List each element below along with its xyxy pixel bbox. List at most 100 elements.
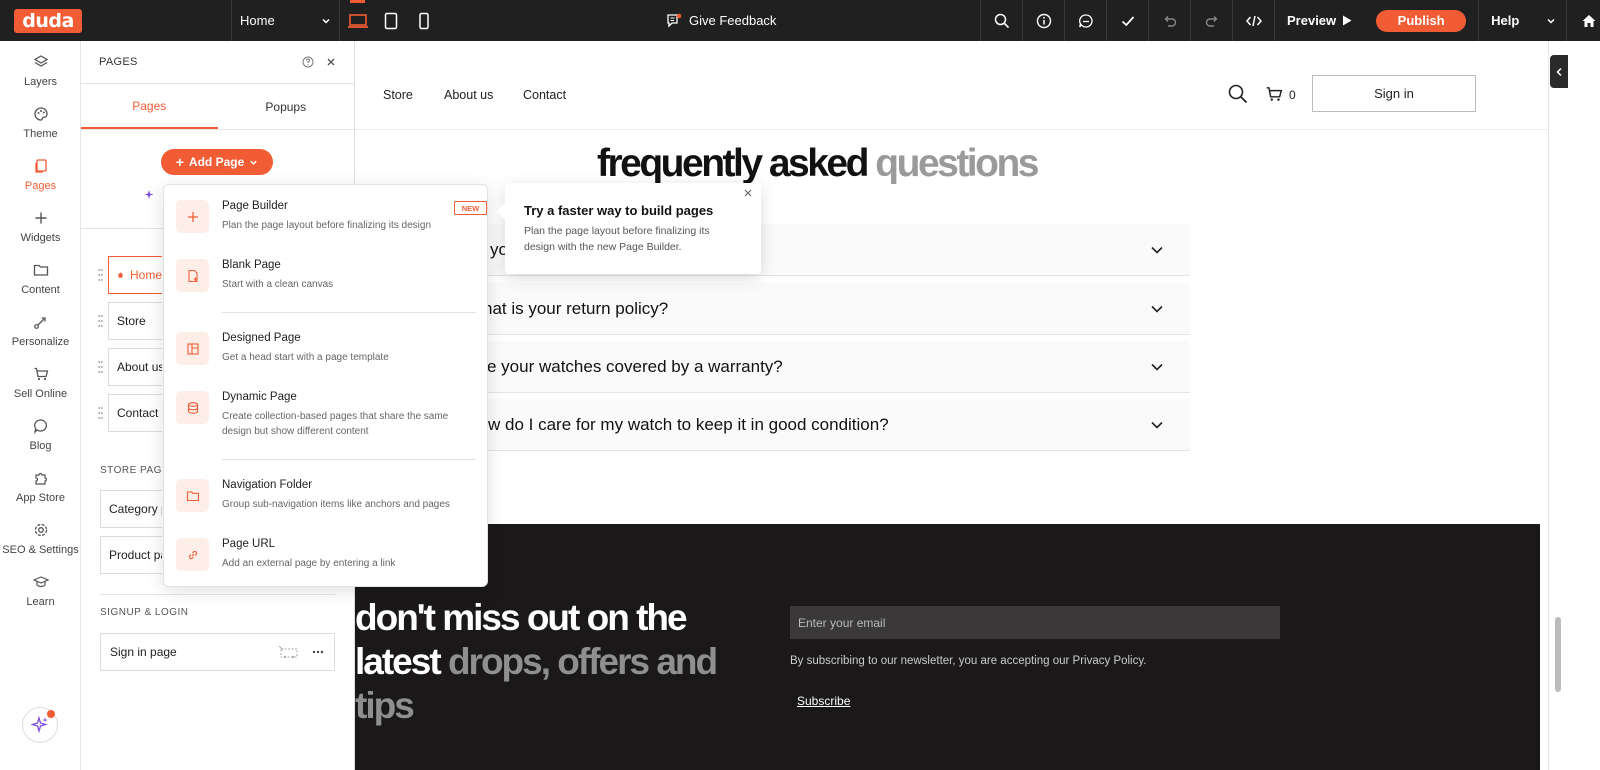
- site-nav-contact[interactable]: Contact: [523, 88, 566, 102]
- redo-button[interactable]: [1190, 0, 1232, 41]
- nav-app-store[interactable]: App Store: [0, 461, 81, 513]
- page-item-label: Product page: [109, 548, 162, 562]
- palette-icon: [33, 107, 48, 121]
- menu-item-navigation-folder[interactable]: Navigation Folder Group sub-navigation i…: [176, 479, 476, 519]
- nav-sell-online[interactable]: Sell Online: [0, 357, 81, 409]
- developer-mode-button[interactable]: [1232, 0, 1274, 41]
- nav-blog-label: Blog: [29, 440, 52, 452]
- help-circle-icon[interactable]: [302, 56, 314, 68]
- nav-theme[interactable]: Theme: [0, 97, 81, 149]
- layers-icon: [33, 55, 48, 67]
- tab-popups[interactable]: Popups: [218, 84, 355, 129]
- hidden-page-icon: [278, 645, 298, 659]
- undo-button[interactable]: [1148, 0, 1190, 41]
- sparkle-icon: [31, 716, 48, 734]
- menu-item-designed-page[interactable]: Designed Page Get a head start with a pa…: [176, 332, 476, 372]
- folder-icon: [33, 264, 48, 276]
- mobile-icon: [418, 12, 429, 29]
- menu-item-page-url[interactable]: Page URL Add an external page by enterin…: [176, 538, 476, 578]
- page-item-label: Sign in page: [110, 645, 177, 659]
- close-icon[interactable]: [326, 57, 336, 67]
- drag-handle-icon[interactable]: [98, 268, 103, 282]
- signup-login-heading: SIGNUP & LOGIN: [100, 607, 189, 618]
- subscribe-link[interactable]: Subscribe: [797, 694, 850, 708]
- preview-button[interactable]: Preview: [1274, 0, 1366, 41]
- nav-sell-online-label: Sell Online: [13, 388, 68, 400]
- drag-handle-icon[interactable]: [98, 360, 103, 374]
- site-sign-in-button[interactable]: Sign in: [1312, 75, 1476, 112]
- nav-widgets[interactable]: Widgets: [0, 201, 81, 253]
- home-icon: [1582, 14, 1596, 27]
- page-item-product[interactable]: Product page: [100, 536, 162, 574]
- drag-handle-icon[interactable]: [98, 406, 103, 420]
- menu-item-page-builder[interactable]: Page Builder Plan the page layout before…: [176, 200, 487, 240]
- add-page-menu: Page Builder Plan the page layout before…: [163, 184, 488, 587]
- page-item-category[interactable]: Category page: [100, 490, 162, 528]
- chevron-down-icon: [250, 160, 257, 165]
- nav-seo-settings[interactable]: SEO & Settings: [0, 513, 81, 565]
- page-item-label: Category page: [109, 502, 162, 516]
- checklist-button[interactable]: [1106, 0, 1148, 41]
- page-item-home[interactable]: Home: [108, 256, 162, 294]
- publish-button[interactable]: Publish: [1376, 9, 1467, 32]
- page-item-label: Contact: [117, 406, 159, 420]
- search-button[interactable]: [980, 0, 1022, 41]
- site-nav-about-us[interactable]: About us: [444, 88, 493, 102]
- close-icon[interactable]: [743, 188, 753, 198]
- canvas-scrollbar[interactable]: [1548, 41, 1568, 770]
- new-badge: NEW: [454, 201, 487, 215]
- page-item-contact[interactable]: Contact: [108, 394, 162, 432]
- tablet-view-button[interactable]: [374, 0, 407, 41]
- nav-content[interactable]: Content: [0, 253, 81, 305]
- desktop-view-button[interactable]: [341, 0, 374, 41]
- scrollbar-thumb[interactable]: [1555, 617, 1561, 692]
- nav-app-store-label: App Store: [16, 492, 65, 504]
- info-icon: [1036, 13, 1051, 28]
- chevron-down-icon: [1151, 305, 1163, 313]
- ai-assistant-button[interactable]: [22, 707, 58, 743]
- dashboard-home-button[interactable]: [1566, 0, 1600, 41]
- menu-item-blank-page[interactable]: Blank Page Start with a clean canvas: [176, 259, 476, 299]
- mobile-view-button[interactable]: [407, 0, 440, 41]
- collapse-panel-button[interactable]: [1550, 55, 1568, 88]
- newsletter-heading: don't miss out on the latest drops, offe…: [355, 596, 775, 728]
- add-page-button[interactable]: + Add Page: [161, 149, 273, 175]
- info-button[interactable]: [1022, 0, 1064, 41]
- nav-personalize[interactable]: Personalize: [0, 305, 81, 357]
- plus-icon: [35, 212, 46, 224]
- comments-button[interactable]: [1064, 0, 1106, 41]
- menu-item-title: Dynamic Page: [222, 391, 297, 403]
- site-header: Store About us Contact 0 Sign in: [355, 57, 1548, 130]
- site-nav-store[interactable]: Store: [383, 88, 413, 102]
- newsletter-footer: don't miss out on the latest drops, offe…: [355, 524, 1540, 770]
- tab-pages[interactable]: Pages: [81, 84, 218, 129]
- database-icon: [176, 391, 209, 424]
- add-page-label: Add Page: [188, 155, 245, 169]
- nav-learn[interactable]: Learn: [0, 565, 81, 617]
- play-icon: [1343, 15, 1352, 26]
- drag-handle-icon[interactable]: [98, 314, 103, 328]
- page-selector[interactable]: Home: [231, 0, 340, 41]
- chevron-down-icon: [322, 18, 330, 24]
- search-icon: [994, 13, 1009, 28]
- page-selector-label: Home: [240, 13, 275, 28]
- email-field[interactable]: Enter your email: [790, 606, 1280, 639]
- page-item-about-us[interactable]: About us: [108, 348, 162, 386]
- give-feedback-button[interactable]: Give Feedback: [666, 0, 776, 41]
- page-item-store[interactable]: Store: [108, 302, 162, 340]
- nav-pages[interactable]: Pages: [0, 149, 81, 201]
- notification-dot: [47, 710, 55, 718]
- panel-title: PAGES: [99, 56, 138, 68]
- menu-item-dynamic-page[interactable]: Dynamic Page Create collection-based pag…: [176, 391, 476, 447]
- duda-logo[interactable]: duda: [14, 9, 82, 33]
- desktop-icon: [347, 13, 368, 28]
- nav-layers[interactable]: Layers: [0, 45, 81, 97]
- help-menu[interactable]: Help: [1478, 0, 1566, 41]
- more-options-icon[interactable]: [312, 650, 324, 654]
- search-icon[interactable]: [1228, 84, 1248, 104]
- page-item-sign-in[interactable]: Sign in page: [100, 633, 335, 671]
- nav-blog[interactable]: Blog: [0, 409, 81, 461]
- left-sidebar: Layers Theme Pages Widgets Content Perso…: [0, 41, 81, 770]
- page-item-label: Home: [129, 268, 162, 282]
- cart-icon[interactable]: [1265, 85, 1283, 103]
